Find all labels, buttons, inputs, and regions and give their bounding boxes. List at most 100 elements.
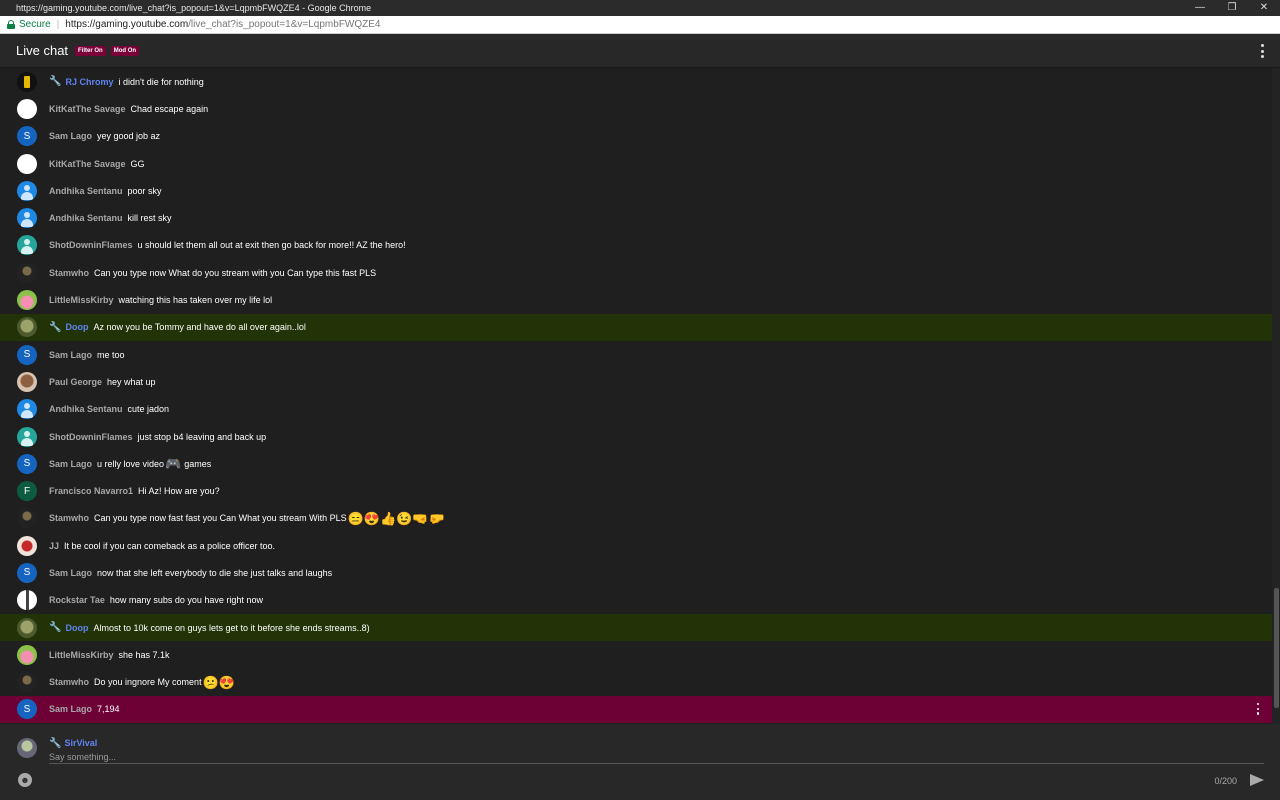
message-menu-icon[interactable] [1256, 702, 1260, 715]
author-name[interactable]: Andhika Sentanu [49, 213, 123, 223]
author-name[interactable]: LittleMissKirby [49, 650, 114, 660]
author-name[interactable]: Andhika Sentanu [49, 186, 123, 196]
more-options-icon[interactable] [1258, 44, 1266, 58]
author-name[interactable]: Sam Lago [49, 459, 92, 469]
wrench-icon: 🔧 [49, 321, 62, 333]
lock-icon [7, 20, 15, 29]
avatar[interactable] [17, 180, 37, 201]
avatar[interactable] [17, 71, 37, 92]
scrollbar-thumb[interactable] [1274, 588, 1279, 708]
avatar[interactable] [17, 535, 37, 556]
chat-message[interactable]: KitKatThe Savage GG [0, 150, 1272, 177]
chat-message[interactable]: 🔧 RJ Chromy i didn't die for nothing [0, 68, 1272, 95]
avatar[interactable]: F [17, 481, 37, 502]
restore-button[interactable]: ❐ [1216, 0, 1248, 16]
avatar[interactable] [17, 317, 37, 338]
chat-message[interactable]: LittleMissKirby she has 7.1k [0, 641, 1272, 668]
chat-message[interactable]: S Sam Lago u relly love video 🎮 games [0, 450, 1272, 477]
chat-message[interactable]: 🔧 Doop Az now you be Tommy and have do all… [0, 313, 1272, 341]
author-name[interactable]: ShotDowninFlames [49, 432, 133, 442]
url-text[interactable]: https://gaming.youtube.com/live_chat?is_… [65, 19, 380, 30]
minimize-button[interactable]: — [1184, 0, 1216, 16]
avatar[interactable] [17, 262, 37, 283]
author-name[interactable]: Stamwho [49, 677, 89, 687]
avatar[interactable] [17, 508, 37, 529]
chat-message[interactable]: ShotDowninFlames u should let them all ou… [0, 232, 1272, 259]
smiley-icon[interactable]: ☻ [18, 773, 32, 787]
message-input[interactable] [49, 750, 1264, 764]
author-name[interactable]: Sam Lago [49, 131, 92, 141]
avatar[interactable]: S [17, 562, 37, 583]
author-name[interactable]: Doop [65, 322, 88, 332]
author-name[interactable]: Sam Lago [49, 704, 92, 714]
author-name[interactable]: Doop [65, 623, 88, 633]
avatar[interactable] [17, 235, 37, 256]
avatar[interactable] [17, 208, 37, 229]
chat-message[interactable]: ShotDowninFlames just stop b4 leaving and… [0, 423, 1272, 450]
avatar[interactable] [17, 153, 37, 174]
chat-message[interactable]: KitKatThe Savage Chad escape again [0, 95, 1272, 122]
author-name[interactable]: RJ Chromy [65, 77, 113, 87]
author-name[interactable]: Stamwho [49, 513, 89, 523]
mod-badge[interactable]: Mod On [110, 45, 140, 56]
avatar[interactable] [17, 617, 37, 638]
message-text: i didn't die for nothing [118, 76, 204, 87]
avatar[interactable]: S [17, 126, 37, 147]
chat-message[interactable]: Stamwho Do you ingnore My coment 😕😍 [0, 669, 1272, 696]
message-text: Hi Az! How are you? [138, 486, 220, 497]
chat-message[interactable]: Andhika Sentanu cute jadon [0, 396, 1272, 423]
message-text: she has 7.1k [118, 649, 170, 660]
author-name[interactable]: Sam Lago [49, 350, 92, 360]
author-name[interactable]: ShotDowninFlames [49, 240, 133, 250]
message-text: Chad escape again [130, 103, 209, 114]
chat-message[interactable]: 🔧 Doop Almost to 10k come on guys lets get… [0, 613, 1272, 642]
message-text: 7,194 [97, 704, 120, 715]
chat-message[interactable]: Andhika Sentanu kill rest sky [0, 204, 1272, 231]
close-button[interactable]: ✕ [1248, 0, 1280, 16]
chat-message[interactable]: JJ It be cool if you can comeback as a po… [0, 532, 1272, 559]
avatar[interactable] [17, 590, 37, 611]
author-name[interactable]: Francisco Navarro1 [49, 486, 133, 496]
avatar[interactable] [17, 399, 37, 420]
chat-message[interactable]: LittleMissKirby watching this has taken o… [0, 286, 1272, 313]
message-text: Almost to 10k come on guys lets get to i… [93, 622, 370, 633]
pinned-message[interactable]: S Sam Lago 7,194 [0, 695, 1272, 724]
author-name[interactable]: Rockstar Tae [49, 595, 105, 605]
chat-messages[interactable]: 🔧 RJ Chromy i didn't die for nothing KitKat… [0, 68, 1272, 724]
chat-composer: 🔧SirVival ☻ 0/200 [0, 724, 1280, 800]
message-text: u should let them all out at exit then g… [137, 240, 406, 251]
author-name[interactable]: Paul George [49, 377, 102, 387]
chat-message[interactable]: Paul George hey what up [0, 368, 1272, 395]
avatar[interactable] [17, 644, 37, 665]
filter-badge[interactable]: Filter On [75, 45, 106, 56]
avatar[interactable]: S [17, 344, 37, 365]
avatar[interactable] [17, 371, 37, 392]
avatar[interactable] [17, 290, 37, 311]
author-name[interactable]: JJ [49, 541, 59, 551]
chat-message[interactable]: S Sam Lago me too [0, 341, 1272, 368]
chat-message[interactable]: Andhika Sentanu poor sky [0, 177, 1272, 204]
chat-message[interactable]: S Sam Lago now that she left everybody to … [0, 559, 1272, 586]
chat-message[interactable]: Stamwho Can you type now fast fast you Ca… [0, 505, 1272, 532]
char-counter: 0/200 [1214, 776, 1237, 786]
author-name[interactable]: Stamwho [49, 268, 89, 278]
chat-message[interactable]: Stamwho Can you type now What do you stre… [0, 259, 1272, 286]
avatar[interactable]: S [17, 453, 37, 474]
message-text: Do you ingnore My coment [94, 677, 202, 688]
chat-message[interactable]: F Francisco Navarro1 Hi Az! How are you? [0, 477, 1272, 504]
author-name[interactable]: KitKatThe Savage [49, 104, 126, 114]
avatar[interactable] [17, 672, 37, 693]
address-bar[interactable]: Secure | https://gaming.youtube.com/live… [0, 16, 1280, 34]
author-name[interactable]: LittleMissKirby [49, 295, 114, 305]
send-icon[interactable] [1250, 774, 1264, 786]
chat-message[interactable]: S Sam Lago yey good job az [0, 123, 1272, 150]
message-emoji: 😕😍 [202, 674, 235, 690]
author-name[interactable]: Sam Lago [49, 568, 92, 578]
avatar[interactable]: S [17, 699, 37, 720]
avatar[interactable] [17, 98, 37, 119]
author-name[interactable]: KitKatThe Savage [49, 159, 126, 169]
author-name[interactable]: Andhika Sentanu [49, 404, 123, 414]
message-text: kill rest sky [127, 213, 172, 224]
chat-message[interactable]: Rockstar Tae how many subs do you have ri… [0, 587, 1272, 614]
avatar[interactable] [17, 426, 37, 447]
